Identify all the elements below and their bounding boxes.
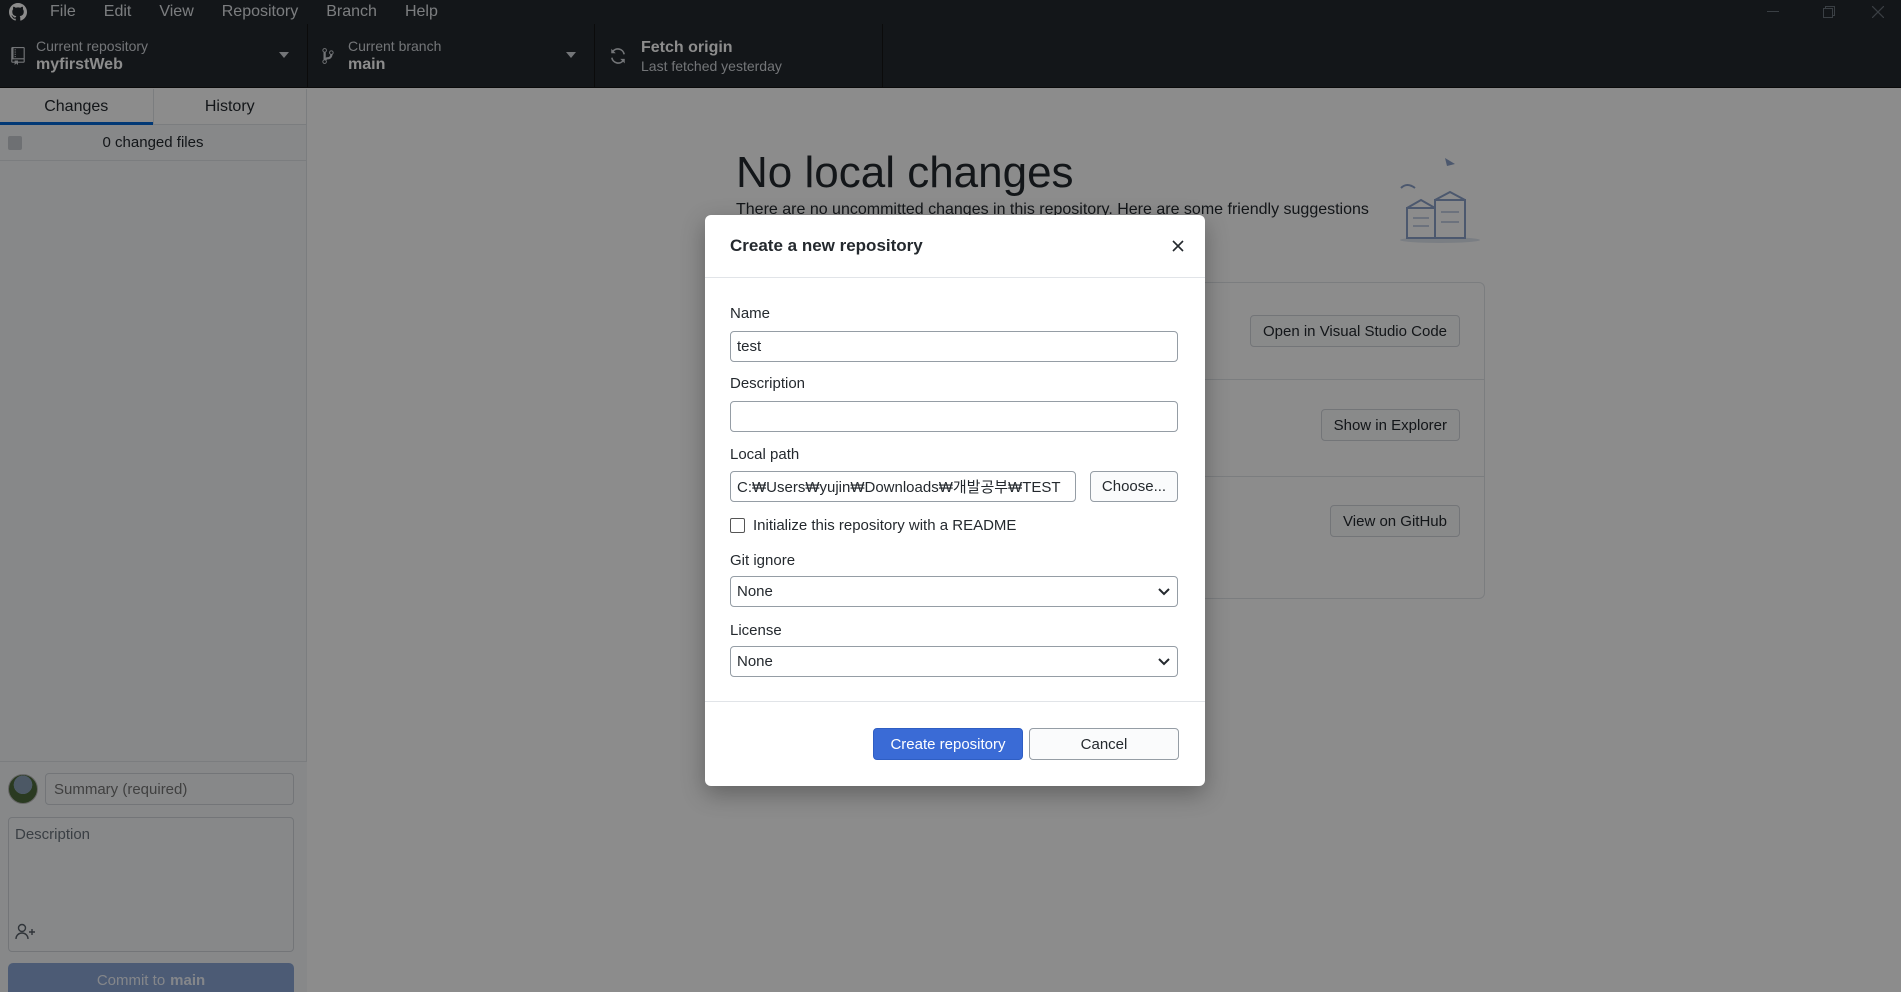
dialog-title: Create a new repository xyxy=(730,236,923,255)
readme-label: Initialize this repository with a README xyxy=(753,517,1017,534)
description-label: Description xyxy=(730,375,806,392)
local-path-label: Local path xyxy=(730,446,800,463)
description-input[interactable] xyxy=(730,401,1178,432)
chevron-down-icon xyxy=(1157,585,1171,599)
name-input[interactable] xyxy=(730,331,1178,362)
create-repository-dialog: Create a new repository Name Description… xyxy=(705,215,1205,786)
license-label: License xyxy=(730,622,782,639)
dialog-header: Create a new repository xyxy=(705,215,1205,278)
git-ignore-value: None xyxy=(737,583,773,600)
license-value: None xyxy=(737,653,773,670)
git-ignore-label: Git ignore xyxy=(730,552,796,569)
cancel-button[interactable]: Cancel xyxy=(1029,728,1179,760)
close-icon[interactable] xyxy=(1167,235,1189,257)
chevron-down-icon xyxy=(1157,655,1171,669)
license-select[interactable]: None xyxy=(730,646,1178,677)
local-path-input[interactable] xyxy=(730,471,1076,502)
readme-checkbox[interactable] xyxy=(730,518,745,533)
dialog-footer: Create repository Cancel xyxy=(705,701,1205,786)
readme-option: Initialize this repository with a README xyxy=(730,517,1016,534)
choose-path-button[interactable]: Choose... xyxy=(1090,471,1178,502)
git-ignore-select[interactable]: None xyxy=(730,576,1178,607)
name-label: Name xyxy=(730,305,771,322)
create-repository-button[interactable]: Create repository xyxy=(873,728,1023,760)
